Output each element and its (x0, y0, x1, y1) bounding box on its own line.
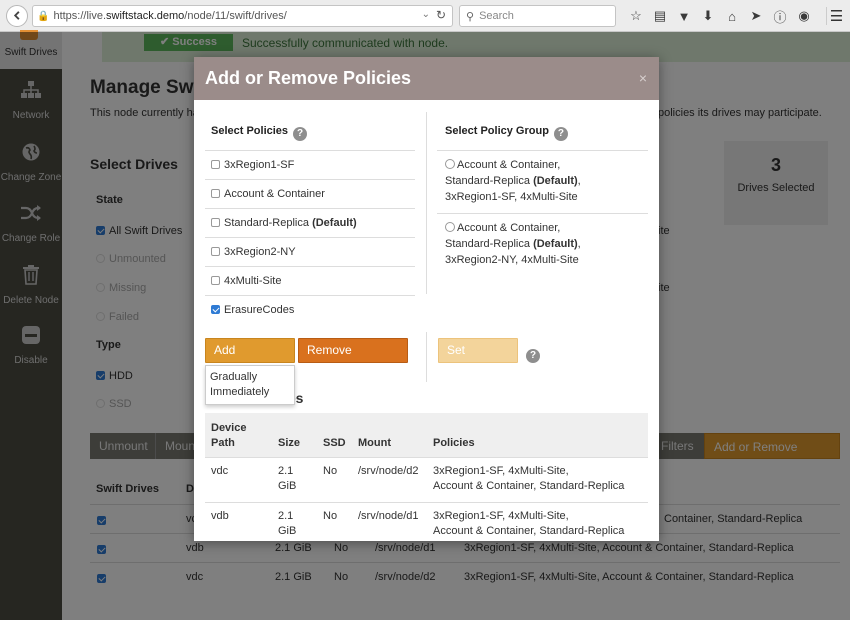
policy-option-4xmulti-site[interactable]: 4xMulti-Site (205, 266, 415, 295)
url-bar[interactable]: 🔒 https://live.swiftstack.demo/node/11/s… (32, 5, 453, 27)
checkbox[interactable] (211, 247, 220, 256)
lock-icon: 🔒 (37, 10, 50, 22)
modal-title: Add or Remove Policies (205, 68, 412, 88)
policy-option-3xregion1-sf[interactable]: 3xRegion1-SF (205, 150, 415, 179)
checkbox[interactable] (211, 160, 220, 169)
pocket-icon[interactable]: ▼ (672, 7, 696, 25)
modal-header: Add or Remove Policies × (194, 57, 659, 100)
reading-list-icon[interactable]: ▤ (648, 7, 672, 25)
policy-option-erasurecodes[interactable]: ErasureCodes (205, 295, 415, 324)
send-icon[interactable]: ➤ (744, 7, 768, 25)
set-group-button[interactable]: Set Group ▼ (438, 338, 518, 380)
hamburger-menu-icon[interactable]: ☰ (826, 7, 846, 25)
chat-icon[interactable]: ◉ (792, 7, 816, 25)
policy-option-3xregion2-ny[interactable]: 3xRegion2-NY (205, 237, 415, 266)
reload-icon[interactable]: ↻ (436, 8, 446, 22)
radio[interactable] (445, 222, 455, 232)
browser-toolbar: 🔒 https://live.swiftstack.demo/node/11/s… (0, 0, 850, 32)
select-policies-title: Select Policies ? (211, 125, 308, 141)
checkbox[interactable] (211, 276, 220, 285)
table-row: vdc 2.1 GiB No /srv/node/d2 3xRegion1-SF… (205, 457, 648, 502)
add-remove-policies-modal: Add or Remove Policies × Select Policies… (194, 57, 659, 541)
caret-down-icon: ▼ (483, 370, 492, 379)
download-icon[interactable]: ⬇ (696, 7, 720, 25)
checkbox[interactable] (211, 218, 220, 227)
close-icon[interactable]: × (639, 70, 647, 86)
search-input[interactable]: ⚲ Search (459, 5, 616, 27)
remove-policies-button[interactable]: Remove Policies ▼ (298, 338, 408, 380)
info-icon[interactable]: ⓘ (768, 7, 792, 25)
policy-group-option[interactable]: Account & Container, Standard-Replica (D… (437, 213, 648, 276)
table-row: vdb 2.1 GiB No /srv/node/d1 3xRegion1-SF… (205, 502, 648, 541)
bookmark-star-icon[interactable]: ☆ (624, 7, 648, 25)
select-policy-group-title: Select Policy Group ? (445, 125, 568, 141)
column-divider (426, 112, 427, 294)
checkbox[interactable] (211, 305, 220, 314)
caret-down-icon: ▼ (351, 370, 360, 379)
help-icon[interactable]: ? (526, 349, 540, 363)
help-icon[interactable]: ? (553, 127, 568, 141)
add-policies-button[interactable]: Add Policies▼ (205, 338, 295, 380)
policy-option-account-container[interactable]: Account & Container (205, 179, 415, 208)
policy-group-option[interactable]: Account & Container, Standard-Replica (D… (437, 150, 648, 213)
radio[interactable] (445, 159, 455, 169)
dropdown-item-immediately[interactable]: Immediately (210, 385, 294, 400)
policy-option-standard-replica[interactable]: Standard-Replica (Default) (205, 208, 415, 237)
home-icon[interactable]: ⌂ (720, 7, 744, 25)
chevron-down-icon[interactable]: ⌄ (422, 9, 430, 20)
checkbox[interactable] (211, 189, 220, 198)
back-button[interactable] (6, 4, 28, 27)
dropdown-item-gradually[interactable]: Gradually (210, 370, 294, 385)
search-icon: ⚲ (466, 10, 475, 23)
modal-table-header: Device Path Size SSD Mount Policies (205, 413, 648, 457)
back-arrow-icon (13, 11, 20, 20)
help-icon[interactable]: ? (293, 127, 308, 141)
column-divider (426, 332, 427, 382)
url-text: https://live.swiftstack.demo/node/11/swi… (53, 10, 287, 22)
add-policies-dropdown: Gradually Immediately (205, 365, 295, 405)
